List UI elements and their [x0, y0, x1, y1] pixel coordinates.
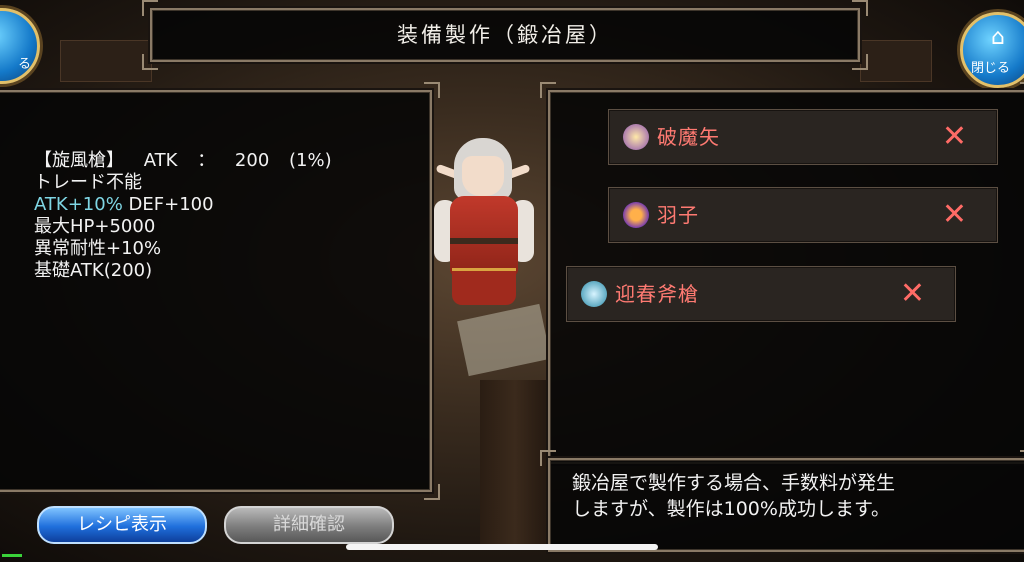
message-line: しますが、製作は100%成功します。: [572, 498, 891, 520]
halberd-icon: [581, 281, 607, 307]
bonus-line: ATK+10% DEF+100: [34, 194, 332, 216]
material-row[interactable]: 羽子 ✕: [608, 187, 998, 243]
detail-button[interactable]: 詳細確認: [224, 506, 394, 544]
npc-skirt: [452, 268, 516, 305]
item-name: 【旋風槍】: [34, 150, 124, 171]
item-info-panel: 【旋風槍】 ATK ： 200 (1%) トレード不能 ATK+10% DEF+…: [0, 82, 440, 500]
back-button-label: る: [17, 57, 31, 72]
title-bar: 装備製作（鍛冶屋）: [142, 0, 868, 70]
show-recipe-button[interactable]: レシピ表示: [37, 506, 207, 544]
shuttlecock-icon: [623, 202, 649, 228]
frame-corner: [540, 82, 556, 98]
material-label: 破魔矢: [657, 125, 720, 149]
blacksmith-npc: [432, 138, 536, 305]
base-atk-stat: 基礎ATK(200): [34, 260, 153, 281]
item-stats: 【旋風槍】 ATK ： 200 (1%) トレード不能 ATK+10% DEF+…: [34, 150, 332, 282]
background-shelf: [60, 40, 152, 82]
frame-corner: [1020, 82, 1024, 98]
material-row[interactable]: 破魔矢 ✕: [608, 109, 998, 165]
remove-material-button[interactable]: ✕: [900, 267, 925, 321]
home-indicator[interactable]: [346, 544, 658, 550]
resist-stat: 異常耐性+10%: [34, 238, 162, 259]
home-icon: ⌂: [991, 25, 1005, 50]
material-label: 迎春斧槍: [615, 282, 699, 306]
material-row[interactable]: 迎春斧槍 ✕: [566, 266, 956, 322]
frame-corner: [1020, 450, 1024, 466]
message-panel: 鍛冶屋で製作する場合、手数料が発生 しますが、製作は100%成功します。: [540, 450, 1024, 552]
arrow-icon: [623, 124, 649, 150]
atk-label: ATK: [143, 150, 178, 171]
remove-material-button[interactable]: ✕: [942, 188, 967, 242]
bonus-atk: ATK+10%: [34, 194, 123, 215]
atk-value: 200: [234, 150, 270, 171]
item-header-line: 【旋風槍】 ATK ： 200 (1%): [34, 150, 332, 172]
back-button[interactable]: る: [0, 8, 40, 84]
npc-belt: [450, 238, 518, 244]
close-button[interactable]: ⌂ 閉じる: [960, 12, 1024, 88]
max-hp-stat: 最大HP+5000: [34, 216, 156, 237]
status-indicator: [2, 554, 22, 557]
background-shelf: [860, 40, 932, 82]
npc-face: [462, 156, 504, 196]
npc-body: [450, 196, 518, 276]
close-button-label: 閉じる: [971, 61, 1011, 76]
message-text: 鍛冶屋で製作する場合、手数料が発生 しますが、製作は100%成功します。: [572, 470, 1012, 522]
atk-separator: ：: [197, 150, 216, 171]
remove-material-button[interactable]: ✕: [942, 110, 967, 164]
frame-corner: [424, 484, 440, 500]
trade-status: トレード不能: [34, 172, 142, 193]
frame-corner: [540, 450, 556, 466]
frame-corner: [424, 82, 440, 98]
background-paper: [457, 303, 551, 377]
bonus-def: DEF+100: [128, 194, 214, 215]
page-title: 装備製作（鍛冶屋）: [397, 23, 613, 47]
message-line: 鍛冶屋で製作する場合、手数料が発生: [572, 472, 896, 494]
material-label: 羽子: [657, 203, 699, 227]
atk-percent: (1%): [289, 150, 332, 171]
